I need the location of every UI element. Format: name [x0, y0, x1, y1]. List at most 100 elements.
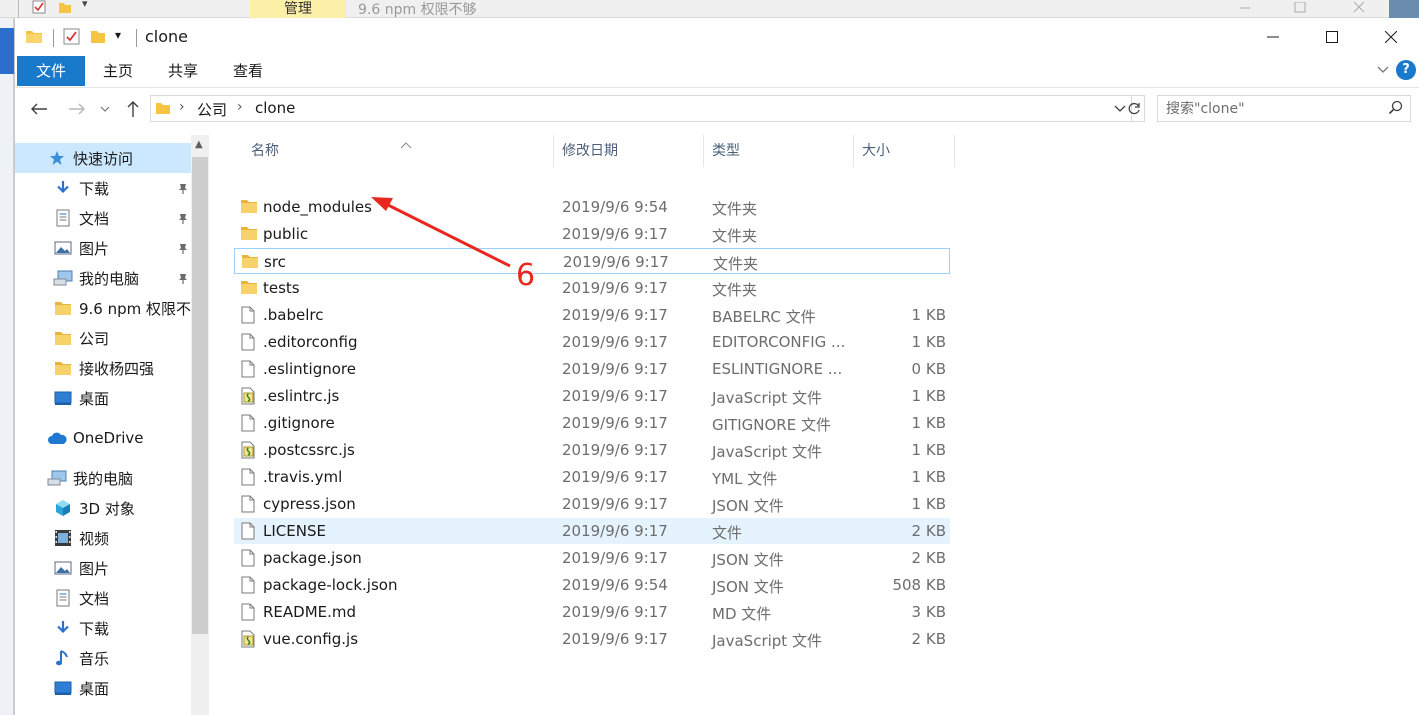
sidebar-item[interactable]: 9.6 npm 权限不	[15, 293, 191, 323]
column-header-name[interactable]: 名称	[234, 135, 554, 167]
sidebar-item[interactable]: 音乐	[15, 643, 191, 673]
file-type: 文件夹	[712, 281, 758, 299]
sidebar-item[interactable]: 快速访问	[15, 143, 191, 173]
background-window-title: 9.6 npm 权限不够	[358, 2, 477, 18]
file-row[interactable]: src 2019/9/6 9:17 文件夹	[234, 248, 950, 274]
sidebar-item[interactable]: 我的电脑	[15, 263, 191, 293]
sidebar-item[interactable]: 文档	[15, 583, 191, 613]
breadcrumb-clone[interactable]: clone	[255, 99, 295, 117]
file-row[interactable]: vue.config.js 2019/9/6 9:17 JavaScript 文件 2…	[234, 626, 950, 652]
file-type: JSON 文件	[712, 551, 784, 569]
tab-view[interactable]: 查看	[223, 56, 273, 86]
sidebar-item[interactable]: 公司	[15, 323, 191, 353]
folder-icon	[25, 28, 43, 48]
sidebar-item[interactable]: 接收杨四强	[15, 353, 191, 383]
document-icon	[53, 589, 73, 607]
back-arrow-icon	[31, 103, 47, 115]
pin-icon[interactable]	[177, 271, 189, 289]
sidebar-item[interactable]: 我的电脑	[15, 463, 191, 493]
file-row[interactable]: .eslintignore 2019/9/6 9:17 ESLINTIGNORE .…	[234, 356, 950, 382]
file-name: .travis.yml	[263, 468, 343, 486]
file-row[interactable]: public 2019/9/6 9:17 文件夹	[234, 221, 950, 247]
properties-checkbox-icon[interactable]	[63, 28, 81, 48]
column-header-date[interactable]: 修改日期	[554, 135, 704, 167]
background-minimize-icon[interactable]	[1238, 0, 1252, 12]
file-name: .babelrc	[263, 306, 324, 324]
sidebar-item[interactable]: 桌面	[15, 673, 191, 703]
video-icon	[53, 529, 73, 547]
file-row[interactable]: tests 2019/9/6 9:17 文件夹	[234, 275, 950, 301]
scrollbar-thumb[interactable]	[192, 157, 208, 634]
column-header-type[interactable]: 类型	[704, 135, 854, 167]
file-row[interactable]: LICENSE 2019/9/6 9:17 文件 2 KB	[234, 518, 950, 544]
forward-button[interactable]	[65, 97, 89, 121]
expand-ribbon-icon[interactable]	[1376, 62, 1390, 80]
background-manage-tab[interactable]: 管理	[250, 0, 346, 18]
customize-dropdown-icon[interactable]: ▾	[115, 28, 121, 48]
file-row[interactable]: package-lock.json 2019/9/6 9:54 JSON 文件 508…	[234, 572, 950, 598]
tab-home[interactable]: 主页	[93, 56, 143, 86]
breadcrumb-chevron-icon[interactable]: ›	[237, 99, 243, 115]
up-button[interactable]	[121, 97, 145, 121]
cloud-icon	[47, 429, 67, 447]
sidebar-item[interactable]: 文档	[15, 203, 191, 233]
file-row[interactable]: README.md 2019/9/6 9:17 MD 文件 3 KB	[234, 599, 950, 625]
sidebar-item[interactable]: 桌面	[15, 383, 191, 413]
file-name: package-lock.json	[263, 576, 398, 594]
background-dropdown-icon[interactable]: ▾	[82, 0, 88, 10]
file-type: MD 文件	[712, 605, 772, 623]
search-icon[interactable]	[1388, 100, 1404, 120]
background-desktop-edge	[1389, 0, 1419, 18]
sidebar-item-label: 快速访问	[73, 149, 134, 168]
background-close-icon[interactable]	[1352, 0, 1366, 13]
file-row[interactable]: .travis.yml 2019/9/6 9:17 YML 文件 1 KB	[234, 464, 950, 490]
maximize-button[interactable]	[1303, 18, 1361, 56]
search-input[interactable]	[1166, 99, 1376, 119]
file-type: 文件夹	[712, 200, 758, 218]
breadcrumb-company[interactable]: 公司	[197, 99, 227, 120]
pin-icon[interactable]	[177, 181, 189, 199]
file-row[interactable]: .gitignore 2019/9/6 9:17 GITIGNORE 文件 1 KB	[234, 410, 950, 436]
sidebar-item[interactable]: 图片	[15, 233, 191, 263]
scroll-up-icon[interactable]: ▲	[195, 139, 203, 150]
minimize-button[interactable]	[1244, 18, 1302, 56]
background-maximize-icon[interactable]	[1293, 0, 1307, 13]
pin-icon[interactable]	[177, 241, 189, 259]
sidebar-item[interactable]: 3D 对象	[15, 493, 191, 523]
address-bar[interactable]: › 公司 › clone	[150, 95, 1132, 122]
file-date: 2019/9/6 9:17	[562, 306, 668, 324]
file-date: 2019/9/6 9:17	[562, 414, 668, 432]
background-folder-icon	[58, 0, 72, 18]
sidebar-item-label: 桌面	[79, 679, 110, 698]
recent-locations-button[interactable]	[97, 97, 113, 121]
help-icon[interactable]: ?	[1396, 60, 1416, 80]
file-row[interactable]: .babelrc 2019/9/6 9:17 BABELRC 文件 1 KB	[234, 302, 950, 328]
sidebar-item[interactable]: 视频	[15, 523, 191, 553]
close-button[interactable]	[1362, 18, 1419, 56]
column-header-size[interactable]: 大小	[854, 135, 955, 167]
pin-icon[interactable]	[177, 211, 189, 229]
file-type: 文件夹	[712, 227, 758, 245]
new-folder-icon[interactable]	[89, 28, 107, 48]
file-row[interactable]: node_modules 2019/9/6 9:54 文件夹	[234, 194, 950, 220]
tab-file[interactable]: 文件	[17, 56, 85, 86]
back-button[interactable]	[27, 97, 51, 121]
file-type: JSON 文件	[712, 497, 784, 515]
search-box[interactable]	[1157, 95, 1411, 122]
navigation-scrollbar[interactable]: ▲	[191, 135, 209, 715]
tab-share[interactable]: 共享	[158, 56, 208, 86]
file-row[interactable]: .editorconfig 2019/9/6 9:17 EDITORCONFIG .…	[234, 329, 950, 355]
sidebar-item-label: 9.6 npm 权限不	[79, 299, 191, 318]
breadcrumb-chevron-icon[interactable]: ›	[179, 99, 185, 115]
sidebar-item[interactable]: 下载	[15, 613, 191, 643]
file-size: 1 KB	[911, 333, 946, 351]
sidebar-item[interactable]: 图片	[15, 553, 191, 583]
file-row[interactable]: .postcssrc.js 2019/9/6 9:17 JavaScript 文件 1…	[234, 437, 950, 463]
sidebar-item[interactable]: 下载	[15, 173, 191, 203]
file-type: JSON 文件	[712, 578, 784, 596]
refresh-button[interactable]	[1123, 95, 1145, 122]
file-row[interactable]: package.json 2019/9/6 9:17 JSON 文件 2 KB	[234, 545, 950, 571]
sidebar-item[interactable]: OneDrive	[15, 423, 191, 453]
file-row[interactable]: cypress.json 2019/9/6 9:17 JSON 文件 1 KB	[234, 491, 950, 517]
file-row[interactable]: .eslintrc.js 2019/9/6 9:17 JavaScript 文件 1 …	[234, 383, 950, 409]
